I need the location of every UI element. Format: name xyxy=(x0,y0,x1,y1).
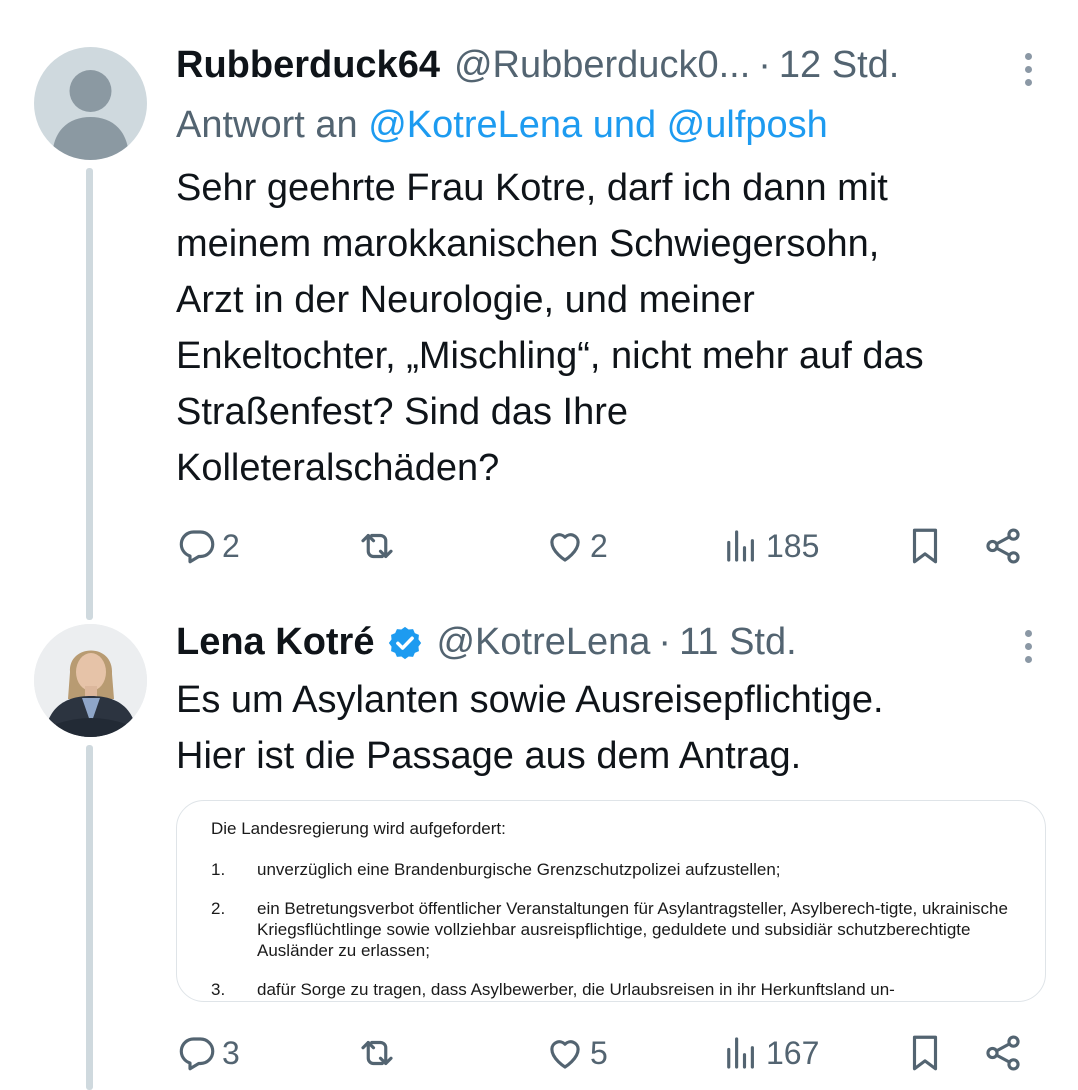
reply-icon xyxy=(179,530,215,564)
document-item: 1. unverzüglich eine Brandenburgische Gr… xyxy=(211,859,1011,880)
reply-icon xyxy=(179,1037,215,1071)
thread-line xyxy=(86,168,93,620)
text-line: Hier ist die Passage aus dem Antrag. xyxy=(176,735,802,777)
reply-button[interactable]: 2 xyxy=(176,521,240,571)
tweet-header: Lena Kotré @KotreLena · 11 Std. xyxy=(176,621,797,664)
author-name[interactable]: Rubberduck64 xyxy=(176,44,440,87)
document-item: 2. ein Betretungsverbot öffentlicher Ver… xyxy=(211,898,1011,961)
bookmark-icon xyxy=(912,1035,938,1071)
item-number: 3. xyxy=(211,980,226,999)
repost-icon xyxy=(361,1040,393,1066)
reply-count: 2 xyxy=(222,527,240,564)
author-name[interactable]: Lena Kotré xyxy=(176,621,374,664)
author-handle[interactable]: @Rubberduck0... xyxy=(454,44,750,87)
repost-button[interactable] xyxy=(356,521,402,571)
text-line: Es um Asylanten sowie Ausreisepflichtige… xyxy=(176,679,884,721)
view-count: 185 xyxy=(766,527,820,564)
item-text: dafür Sorge zu tragen, dass Asylbewerber… xyxy=(257,980,895,999)
profile-photo xyxy=(34,624,147,737)
separator-dot: · xyxy=(758,44,771,86)
views-button[interactable]: 167 xyxy=(720,1028,819,1078)
view-count: 167 xyxy=(766,1034,820,1071)
author-handle[interactable]: @KotreLena xyxy=(436,621,650,664)
avatar[interactable] xyxy=(34,47,147,160)
item-number: 1. xyxy=(211,860,226,879)
text-line: Kolleteralschäden? xyxy=(176,447,500,489)
item-number: 2. xyxy=(211,899,226,918)
share-button[interactable] xyxy=(982,1028,1024,1078)
like-icon xyxy=(550,533,580,562)
item-text: ein Betretungsverbot öffentlicher Verans… xyxy=(257,899,1008,960)
item-text: unverzüglich eine Brandenburgische Grenz… xyxy=(257,860,781,879)
reply-to-link[interactable]: @KotreLena und @ulfposh xyxy=(368,104,828,146)
avatar[interactable] xyxy=(34,624,147,737)
text-line: Arzt in der Neurologie, und meiner xyxy=(176,279,755,321)
share-icon xyxy=(986,1035,1020,1071)
reply-count: 3 xyxy=(222,1034,240,1071)
reply-context: Antwort an @KotreLena und @ulfposh xyxy=(176,104,828,147)
default-avatar-icon xyxy=(52,70,129,160)
views-icon xyxy=(727,1037,754,1069)
text-line: Enkeltochter, „Mischling“, nicht mehr au… xyxy=(176,335,924,377)
thread-line xyxy=(86,745,93,1090)
timestamp[interactable]: 12 Std. xyxy=(779,44,899,87)
action-bar: 2 2 185 xyxy=(176,521,1036,571)
document-item: 3. dafür Sorge zu tragen, dass Asylbewer… xyxy=(211,979,1011,1000)
reply-button[interactable]: 3 xyxy=(176,1028,240,1078)
verified-badge-icon xyxy=(389,626,422,659)
tweet-text: Sehr geehrte Frau Kotre, darf ich dann m… xyxy=(176,160,1056,496)
views-icon xyxy=(727,530,754,562)
action-bar: 3 5 167 xyxy=(176,1028,1036,1078)
timestamp[interactable]: 11 Std. xyxy=(679,621,797,664)
like-count: 5 xyxy=(590,1034,608,1071)
bookmark-button[interactable] xyxy=(904,1028,946,1078)
attached-document-image[interactable]: Die Landesregierung wird aufgefordert: 1… xyxy=(176,800,1046,1002)
bookmark-button[interactable] xyxy=(904,521,946,571)
share-button[interactable] xyxy=(982,521,1024,571)
like-icon xyxy=(550,1040,580,1069)
bookmark-icon xyxy=(912,528,938,564)
text-line: meinem marokkanischen Schwiegersohn, xyxy=(176,223,880,265)
like-button[interactable]: 5 xyxy=(544,1028,608,1078)
repost-button[interactable] xyxy=(356,1028,402,1078)
repost-icon xyxy=(361,533,393,559)
share-icon xyxy=(986,528,1020,564)
more-icon[interactable] xyxy=(1018,627,1038,667)
reply-prefix: Antwort an xyxy=(176,104,358,146)
more-icon[interactable] xyxy=(1018,50,1038,90)
tweet-text: Es um Asylanten sowie Ausreisepflichtige… xyxy=(176,672,1056,784)
like-button[interactable]: 2 xyxy=(544,521,608,571)
views-button[interactable]: 185 xyxy=(720,521,819,571)
tweet-header: Rubberduck64 @Rubberduck0... · 12 Std. xyxy=(176,44,899,87)
text-line: Straßenfest? Sind das Ihre xyxy=(176,391,629,433)
text-line: Sehr geehrte Frau Kotre, darf ich dann m… xyxy=(176,167,888,209)
document-lead: Die Landesregierung wird aufgefordert: xyxy=(211,819,506,838)
separator-dot: · xyxy=(658,621,672,663)
like-count: 2 xyxy=(590,527,608,564)
document-excerpt: Die Landesregierung wird aufgefordert: 1… xyxy=(211,819,1011,1001)
